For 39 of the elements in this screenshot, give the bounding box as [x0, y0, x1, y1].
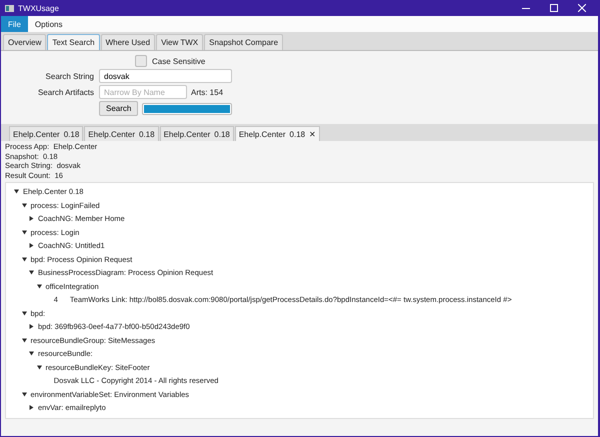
result-tab[interactable]: Ehelp.Center 0.18	[84, 126, 159, 141]
close-icon[interactable]	[578, 4, 586, 12]
search-field[interactable]: dosvak	[99, 69, 232, 83]
menu-item[interactable]: Options	[28, 16, 70, 32]
collapsed-arrow-icon[interactable]	[29, 243, 34, 248]
close-tab-icon[interactable]: ✕	[309, 130, 316, 138]
collapsed-arrow-icon[interactable]	[29, 216, 34, 222]
checkbox-label: Case Sensitive	[152, 56, 206, 66]
expanded-arrow-icon[interactable]	[29, 270, 34, 276]
tab[interactable]: Overview	[3, 34, 46, 50]
collapsed-arrow-icon[interactable]	[29, 405, 34, 410]
tab[interactable]: Where Used	[100, 34, 156, 50]
expanded-arrow-icon[interactable]	[22, 392, 26, 397]
expanded-arrow-icon[interactable]	[14, 189, 19, 194]
artifact-count: Arts: 154	[191, 88, 224, 96]
expanded-arrow-icon[interactable]	[22, 202, 26, 208]
expanded-arrow-icon[interactable]	[22, 256, 26, 262]
collapsed-arrow-icon[interactable]	[29, 324, 34, 330]
tab[interactable]: Text Search	[47, 34, 100, 50]
result-tab[interactable]: Ehelp.Center 0.18	[160, 126, 234, 141]
field-label: Search String	[44, 72, 94, 80]
checkbox[interactable]	[135, 55, 147, 67]
tab[interactable]: Snapshot Compare	[204, 34, 284, 50]
search-button[interactable]: Search	[99, 101, 138, 116]
app-icon	[5, 4, 14, 12]
result-tab[interactable]: Ehelp.Center 0.18 ✕	[234, 126, 320, 141]
menu-item[interactable]: File	[1, 16, 28, 32]
expanded-arrow-icon[interactable]	[22, 310, 26, 316]
maximize-icon[interactable]	[550, 4, 558, 12]
window-title: TWXUsage	[18, 4, 60, 12]
filter-field[interactable]: Narrow By Name	[99, 85, 187, 99]
field-label: Search Artifacts	[36, 88, 94, 96]
expanded-arrow-icon[interactable]	[22, 230, 26, 235]
expanded-arrow-icon[interactable]	[36, 364, 42, 370]
tab[interactable]: View TWX	[156, 34, 204, 50]
expanded-arrow-icon[interactable]	[29, 351, 34, 356]
result-tab[interactable]: Ehelp.Center 0.18	[9, 126, 84, 141]
expanded-arrow-icon[interactable]	[22, 338, 26, 343]
expanded-arrow-icon[interactable]	[36, 284, 42, 289]
